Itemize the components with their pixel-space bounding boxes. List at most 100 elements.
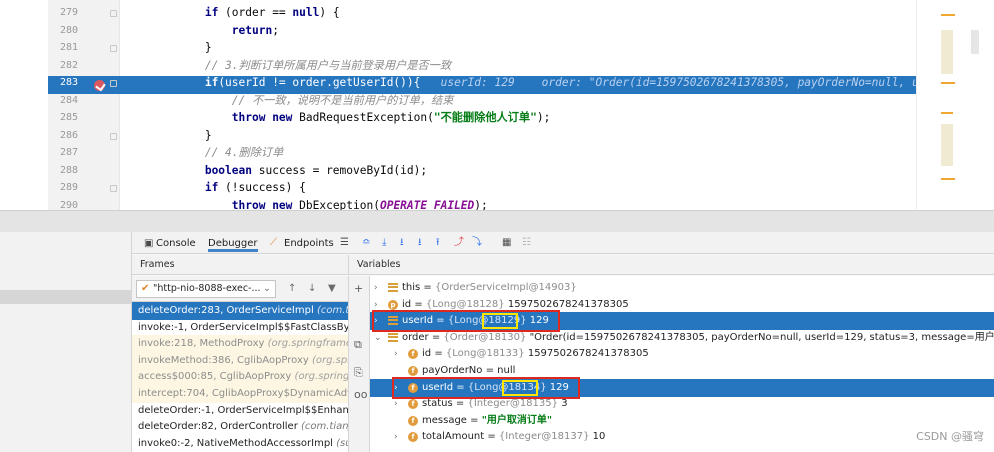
variable-ref: {Long@18128} — [425, 298, 505, 310]
code-line[interactable]: // 4.删除订单 — [120, 144, 954, 162]
force-step-into-icon[interactable]: ⭳ — [418, 238, 422, 248]
fold-icon[interactable] — [110, 132, 117, 140]
chevron-right-icon[interactable]: › — [374, 283, 384, 293]
line-number[interactable]: 280 — [60, 25, 90, 36]
panel-divider[interactable] — [0, 210, 994, 232]
fold-icon[interactable] — [110, 80, 117, 87]
fold-icon[interactable] — [110, 10, 117, 17]
line-number[interactable]: 282 — [60, 60, 90, 71]
line-number[interactable]: 283 — [60, 77, 90, 88]
chevron-right-icon[interactable]: › — [394, 399, 404, 409]
line-number[interactable]: 287 — [60, 147, 90, 158]
code-line[interactable]: // 3.判断订单所属用户与当前登录用户是否一致 — [120, 57, 954, 75]
code-line[interactable]: boolean success = removeById(id); — [120, 162, 954, 180]
variable-row[interactable]: › this = {OrderServiceImpl@14903} — [370, 279, 994, 297]
menu-icon[interactable]: ☰ — [340, 238, 349, 248]
field-icon: f — [408, 349, 418, 360]
frame-item[interactable]: invokeMethod:386, CglibAopProxy (org.spr — [132, 351, 348, 370]
frame-method: intercept:704, CglibAopProxy$DynamicAdvi… — [138, 388, 348, 399]
variable-row[interactable]: f message = "用户取消订单" — [370, 412, 994, 430]
field-icon: f — [408, 432, 418, 443]
code-line[interactable]: if (order == null) { — [120, 4, 954, 22]
line-number[interactable]: 290 — [60, 200, 90, 211]
frame-item[interactable]: deleteOrder:283, OrderServiceImpl (com.t… — [132, 302, 348, 320]
code-line[interactable]: throw new DbException(OPERATE_FAILED); — [120, 197, 954, 211]
frame-item[interactable]: invoke0:-2, NativeMethodAccessorImpl (su… — [132, 435, 348, 452]
filter-icon[interactable]: ▼ — [328, 283, 336, 294]
code-token: // 4.删除订单 — [204, 146, 284, 159]
frame-method: access$000:85, CglibAopProxy — [138, 371, 292, 383]
arrow-up-icon[interactable]: ↑ — [288, 283, 296, 294]
code-line[interactable]: } — [120, 39, 954, 57]
run-to-cursor-icon[interactable]: ⤵ — [472, 238, 482, 248]
show-execution-point-icon[interactable]: ≏ — [362, 238, 370, 248]
code-line[interactable]: // 不一致，说明不是当前用户的订单，结束 — [120, 92, 954, 110]
code-token: throw new — [231, 198, 293, 211]
line-number[interactable]: 281 — [60, 42, 90, 53]
tab-debugger[interactable]: Debugger — [208, 236, 258, 252]
variable-row[interactable]: › f totalAmount = {Integer@18137} 10 — [370, 428, 994, 446]
evaluate-expression-icon[interactable]: ▦ — [502, 238, 511, 248]
scroll-marker — [941, 178, 955, 180]
restore-icon[interactable]: ⎘ — [354, 366, 363, 380]
frame-item[interactable]: access$000:85, CglibAopProxy (org.spring… — [132, 368, 348, 387]
code-line[interactable]: } — [120, 127, 954, 145]
tab-console[interactable]: Console — [156, 236, 196, 252]
frame-item[interactable]: deleteOrder:82, OrderController (com.tia… — [132, 418, 348, 436]
line-number[interactable]: 289 — [60, 182, 90, 193]
scroll-thumb[interactable] — [971, 30, 979, 54]
frame-item[interactable]: invoke:-1, OrderServiceImpl$$FastClassBy… — [132, 319, 348, 337]
frames-list[interactable]: deleteOrder:283, OrderServiceImpl (com.t… — [132, 302, 348, 452]
thread-selector[interactable]: ✔ "http-nio-8088-exec-... ⌄ — [136, 280, 276, 298]
step-out-icon[interactable]: ⭱ — [436, 238, 440, 248]
code-token: // 3.判断订单所属用户与当前登录用户是否一致 — [204, 58, 452, 72]
frame-item[interactable]: deleteOrder:-1, OrderServiceImpl$$Enhanc — [132, 402, 348, 420]
chevron-right-icon[interactable]: › — [394, 349, 404, 359]
trace-stream-icon[interactable]: ☷ — [522, 238, 531, 248]
variable-ref: {OrderServiceImpl@14903} — [435, 282, 577, 293]
editor-scrollbar[interactable] — [916, 0, 994, 210]
step-over-icon[interactable]: ⤓ — [382, 238, 386, 248]
object-icon — [388, 332, 398, 342]
code-editor[interactable]: 279 if (order == null) { 280 return; 281 }… — [0, 0, 994, 210]
copy-icon[interactable]: ⧉ — [354, 338, 362, 352]
line-number[interactable]: 285 — [60, 112, 90, 123]
breakpoint-icon[interactable] — [94, 80, 105, 91]
line-number[interactable]: 288 — [60, 165, 90, 176]
code-token: if — [204, 181, 219, 194]
code-line[interactable]: return; — [120, 22, 954, 40]
variable-name: order — [402, 331, 429, 343]
code-line[interactable]: if(userId != order.getUserId()){ userId:… — [120, 74, 994, 92]
step-into-icon[interactable]: ⭳ — [400, 238, 404, 248]
code-line[interactable]: if (!success) { — [120, 179, 954, 197]
line-number[interactable]: 284 — [60, 95, 90, 106]
line-number[interactable]: 286 — [60, 130, 90, 141]
code-line[interactable]: throw new BadRequestException("不能删除他人订单"… — [120, 109, 954, 127]
glasses-icon[interactable]: oo — [354, 388, 367, 401]
line-number[interactable]: 279 — [60, 7, 90, 18]
add-watch-icon[interactable]: + — [354, 282, 363, 295]
chevron-right-icon[interactable]: › — [394, 432, 404, 442]
variables-side-toolbar: + ⧉ ⎘ oo — [348, 276, 370, 452]
check-icon: ✔ — [141, 283, 150, 294]
frame-item[interactable]: invoke:218, MethodProxy (org.springframe — [132, 335, 348, 354]
tab-endpoints[interactable]: Endpoints — [284, 236, 334, 252]
drop-frame-icon[interactable]: ⤴ — [454, 238, 464, 248]
debug-side-panel — [0, 232, 132, 452]
chevron-down-icon[interactable]: ⌄ — [374, 333, 384, 343]
frame-item[interactable]: intercept:704, CglibAopProxy$DynamicAdvi… — [132, 385, 348, 403]
fold-icon[interactable] — [110, 45, 117, 52]
chevron-right-icon[interactable]: › — [374, 300, 384, 310]
code-token: if — [204, 6, 219, 19]
field-icon: f — [408, 366, 418, 376]
left-tool-strip — [0, 0, 48, 210]
fold-icon[interactable] — [110, 185, 117, 192]
arrow-down-icon[interactable]: ↓ — [308, 283, 316, 294]
variables-tree[interactable]: › this = {OrderServiceImpl@14903} › p id = … — [370, 276, 994, 452]
variable-row[interactable]: › f id = {Long@18133} 1597502678241378305 — [370, 345, 994, 363]
thread-name: "http-nio-8088-exec-... — [153, 283, 261, 294]
variable-ref: {Integer@18135} — [467, 398, 558, 410]
